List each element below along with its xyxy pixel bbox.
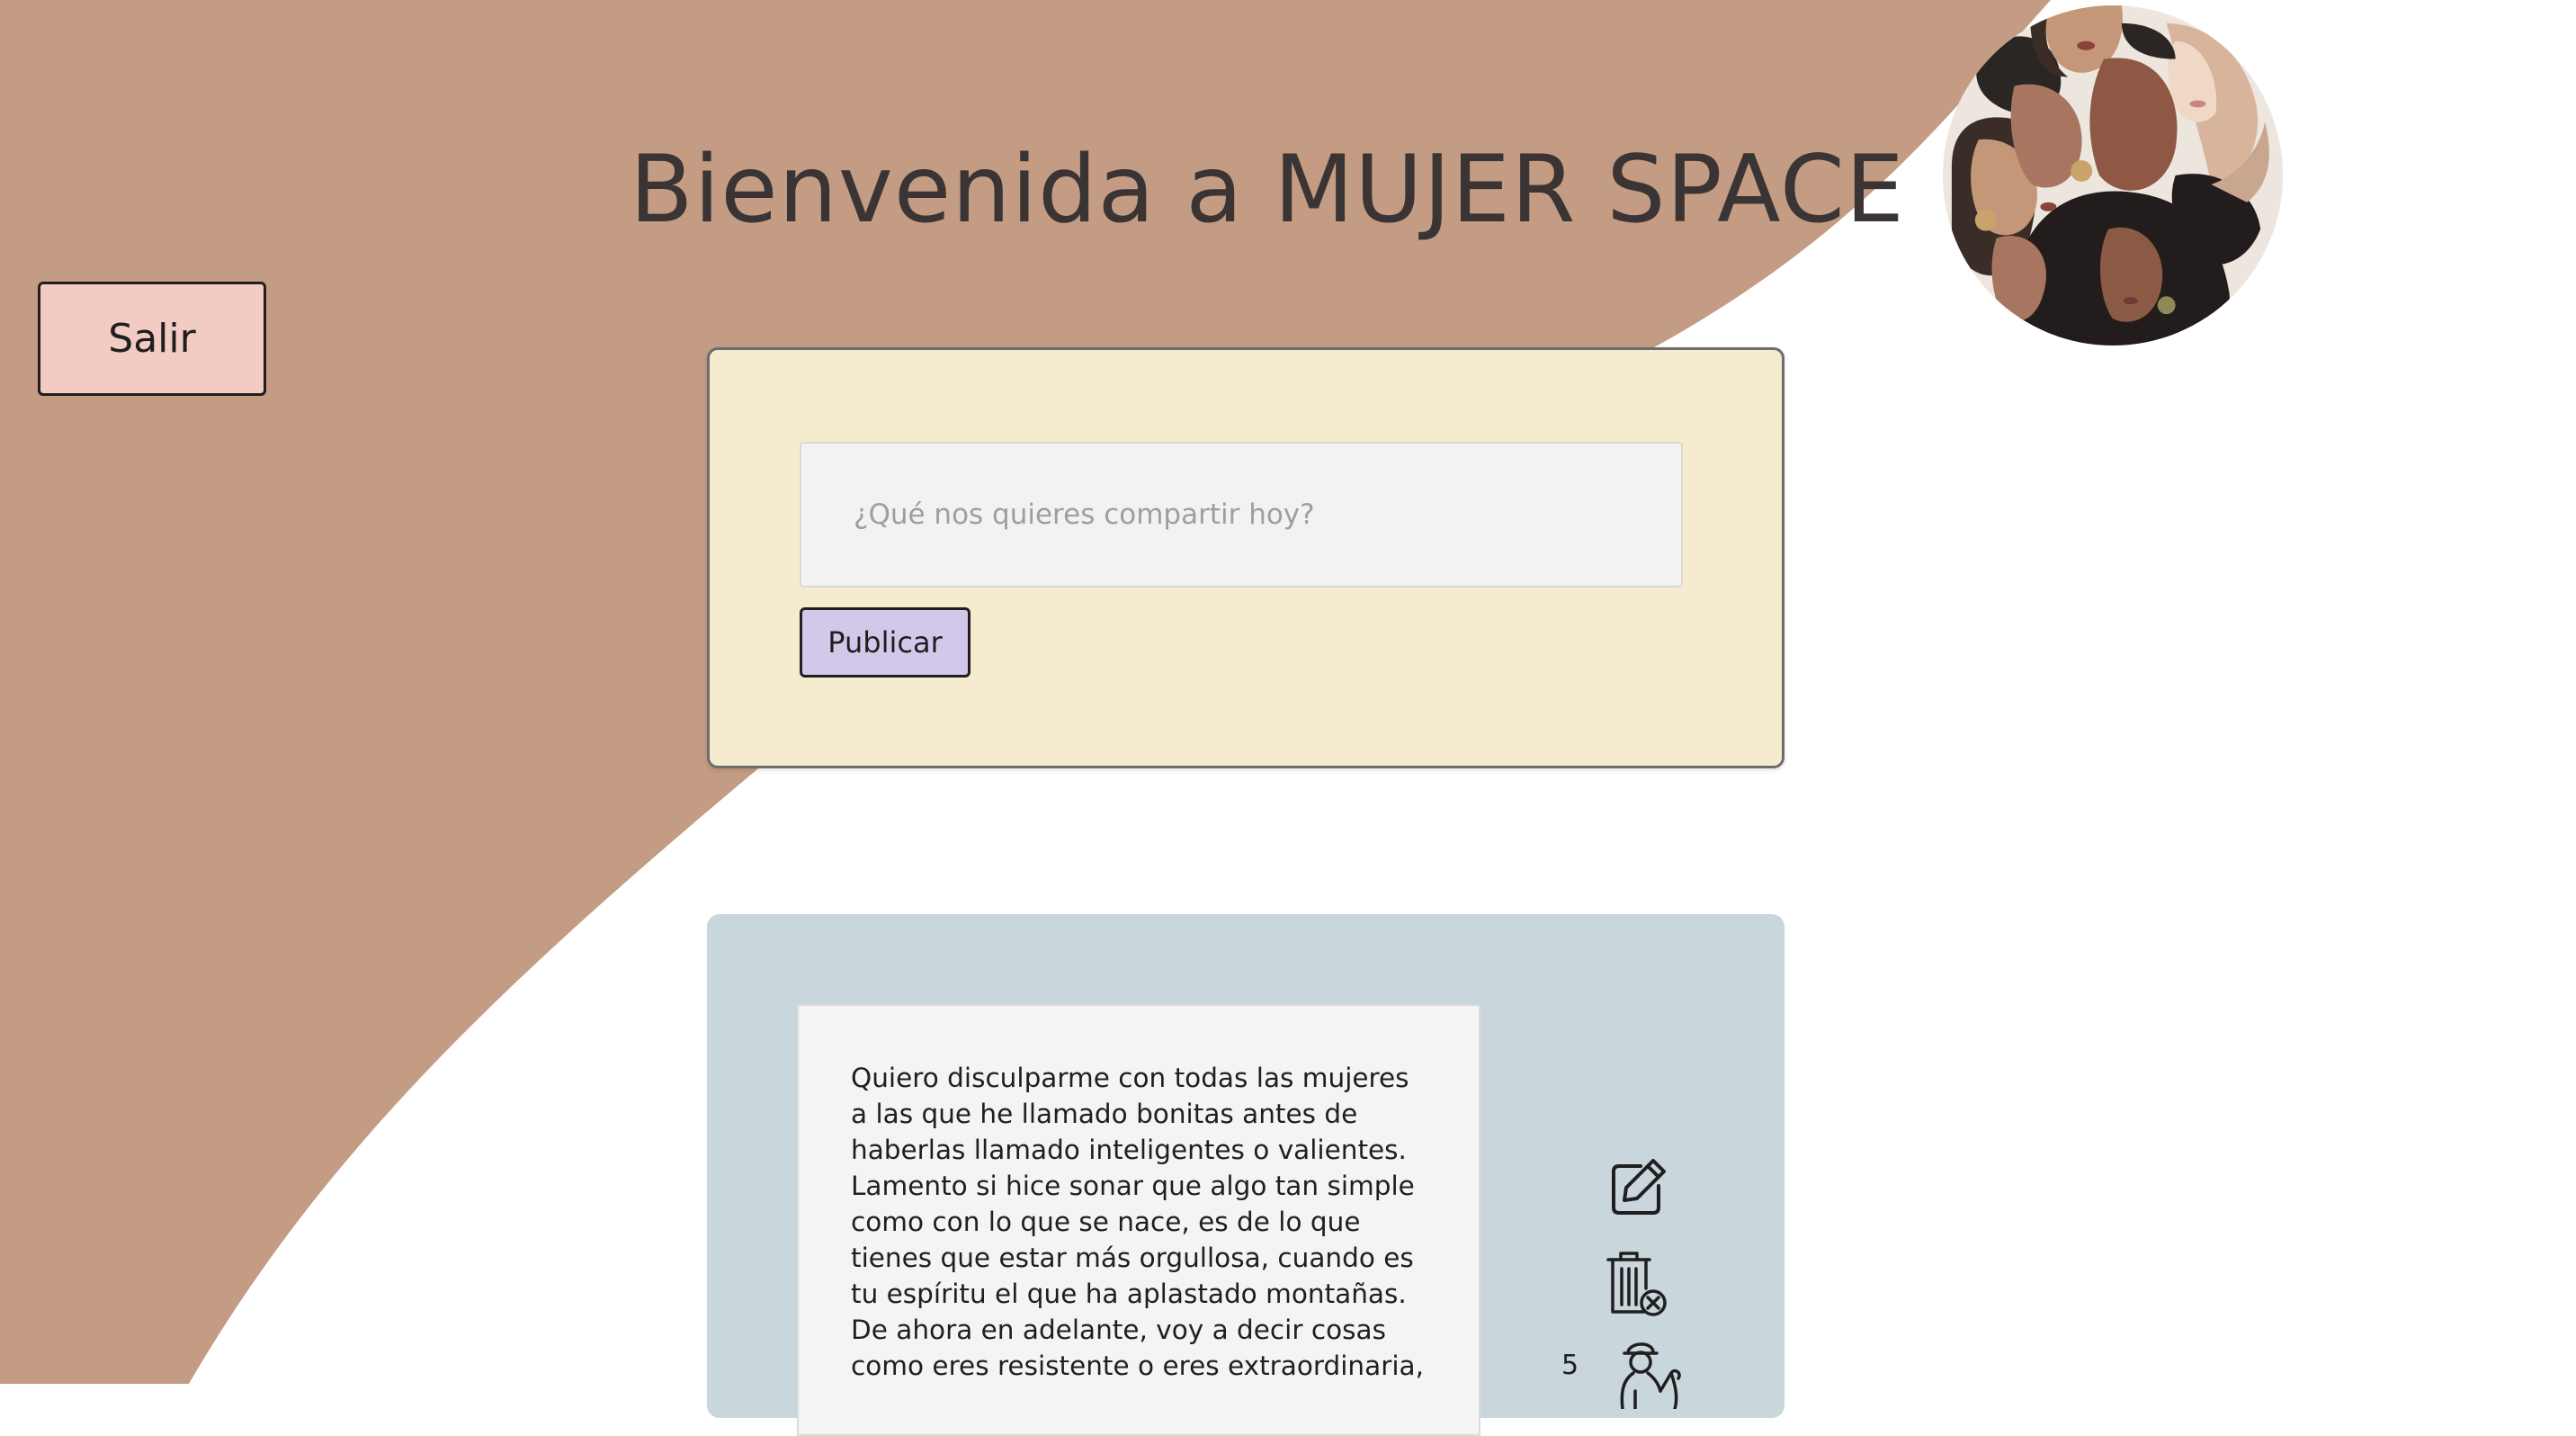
compose-card: Publicar [707, 347, 1784, 768]
woman-like-icon[interactable] [1615, 1337, 1687, 1411]
post-text: Quiero disculparme con todas las mujeres… [851, 1063, 1424, 1381]
women-illustration-avatar [1943, 5, 2283, 346]
trash-icon[interactable] [1605, 1249, 1669, 1317]
logout-button[interactable]: Salir [38, 282, 266, 396]
like-count: 5 [1561, 1350, 1579, 1381]
edit-icon[interactable] [1605, 1155, 1669, 1220]
post-input[interactable] [800, 442, 1683, 588]
post-text-box: Quiero disculparme con todas las mujeres… [797, 1004, 1480, 1436]
post-card: Quiero disculparme con todas las mujeres… [707, 914, 1784, 1436]
page-title: Bienvenida a MUJER SPACE [630, 136, 1905, 244]
publish-button[interactable]: Publicar [800, 607, 970, 678]
